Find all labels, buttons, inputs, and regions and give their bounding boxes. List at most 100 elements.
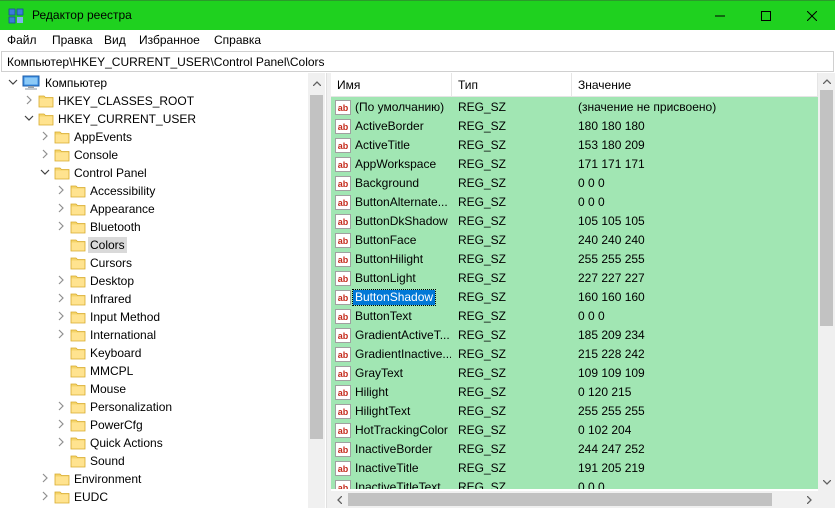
menu-edit[interactable]: Правка bbox=[52, 33, 93, 47]
tree-node-keyboard[interactable]: Keyboard bbox=[0, 344, 306, 362]
list-row[interactable]: ab GradientInactive... REG_SZ 215 228 242 bbox=[331, 345, 818, 364]
menu-help[interactable]: Справка bbox=[214, 33, 261, 47]
tree-node-appevents[interactable]: AppEvents bbox=[0, 128, 306, 146]
tree-node-cursors[interactable]: Cursors bbox=[0, 254, 306, 272]
svg-text:ab: ab bbox=[338, 407, 349, 417]
list-row[interactable]: ab ButtonHilight REG_SZ 255 255 255 bbox=[331, 250, 818, 269]
list-row[interactable]: ab ButtonAlternate... REG_SZ 0 0 0 bbox=[331, 193, 818, 212]
tree-node-console[interactable]: Console bbox=[0, 146, 306, 164]
chevron-right-icon[interactable] bbox=[40, 491, 50, 501]
chevron-right-icon[interactable] bbox=[40, 131, 50, 141]
tree-node-mouse[interactable]: Mouse bbox=[0, 380, 306, 398]
tree-node-eudc[interactable]: EUDC bbox=[0, 488, 306, 506]
chevron-down-icon[interactable] bbox=[40, 167, 50, 177]
chevron-right-icon[interactable] bbox=[24, 95, 34, 105]
list-row[interactable]: ab ButtonFace REG_SZ 240 240 240 bbox=[331, 231, 818, 250]
cell-type: REG_SZ bbox=[458, 138, 507, 152]
menu-view[interactable]: Вид bbox=[104, 33, 126, 47]
tree-scroll-up-button[interactable] bbox=[308, 75, 325, 92]
tree-node-label: Cursors bbox=[90, 256, 133, 270]
string-value-icon: ab bbox=[335, 461, 351, 476]
chevron-down-icon[interactable] bbox=[8, 77, 18, 87]
tree-node-hkey-current-user[interactable]: HKEY_CURRENT_USER bbox=[0, 110, 306, 128]
list-row[interactable]: ab HotTrackingColor REG_SZ 0 102 204 bbox=[331, 421, 818, 440]
cell-name: ButtonShadow bbox=[351, 289, 437, 306]
chevron-right-icon[interactable] bbox=[56, 275, 66, 285]
tree-node-mmcpl[interactable]: MMCPL bbox=[0, 362, 306, 380]
tree-pane[interactable]: Компьютер HKEY_CLASSES_ROOT HKEY_CURRENT_U… bbox=[0, 73, 326, 508]
tree-node-personalization[interactable]: Personalization bbox=[0, 398, 306, 416]
column-header-name[interactable]: Имя bbox=[331, 73, 452, 97]
list-scroll-up-button[interactable] bbox=[818, 73, 835, 90]
maximize-button[interactable] bbox=[743, 1, 789, 30]
list-row[interactable]: ab ButtonShadow REG_SZ 160 160 160 bbox=[331, 288, 818, 307]
list-row[interactable]: ab (По умолчанию) REG_SZ (значение не присв… bbox=[331, 98, 818, 117]
list-row[interactable]: ab GrayText REG_SZ 109 109 109 bbox=[331, 364, 818, 383]
list-vertical-scroll-thumb[interactable] bbox=[820, 90, 833, 326]
chevron-right-icon[interactable] bbox=[56, 329, 66, 339]
chevron-right-icon[interactable] bbox=[56, 437, 66, 447]
list-row[interactable]: ab Background REG_SZ 0 0 0 bbox=[331, 174, 818, 193]
menu-file[interactable]: Файл bbox=[7, 33, 37, 47]
tree-node-label: Sound bbox=[90, 454, 125, 468]
list-row[interactable]: ab InactiveTitleText REG_SZ 0 0 0 bbox=[331, 478, 818, 489]
close-button[interactable] bbox=[789, 1, 835, 30]
tree-node-label: Bluetooth bbox=[90, 220, 141, 234]
list-vertical-scrollbar[interactable] bbox=[818, 73, 835, 491]
tree-node-quick-actions[interactable]: Quick Actions bbox=[0, 434, 306, 452]
tree-node-sound[interactable]: Sound bbox=[0, 452, 306, 470]
chevron-right-icon[interactable] bbox=[40, 149, 50, 159]
list-row[interactable]: ab ButtonText REG_SZ 0 0 0 bbox=[331, 307, 818, 326]
tree-scroll-thumb[interactable] bbox=[310, 95, 323, 439]
tree-node-bluetooth[interactable]: Bluetooth bbox=[0, 218, 306, 236]
list-row[interactable]: ab Hilight REG_SZ 0 120 215 bbox=[331, 383, 818, 402]
folder-icon bbox=[70, 365, 86, 378]
tree-node-control-panel[interactable]: Control Panel bbox=[0, 164, 306, 182]
list-row[interactable]: ab ActiveBorder REG_SZ 180 180 180 bbox=[331, 117, 818, 136]
chevron-up-icon bbox=[822, 79, 831, 84]
list-row[interactable]: ab ButtonDkShadow REG_SZ 105 105 105 bbox=[331, 212, 818, 231]
chevron-right-icon[interactable] bbox=[56, 185, 66, 195]
values-list[interactable]: ab (По умолчанию) REG_SZ (значение не присв… bbox=[331, 97, 818, 489]
list-row[interactable]: ab AppWorkspace REG_SZ 171 171 171 bbox=[331, 155, 818, 174]
tree-node-international[interactable]: International bbox=[0, 326, 306, 344]
menu-favorites[interactable]: Избранное bbox=[139, 33, 200, 47]
list-row[interactable]: ab ButtonLight REG_SZ 227 227 227 bbox=[331, 269, 818, 288]
list-horizontal-scrollbar[interactable] bbox=[331, 491, 818, 508]
list-row[interactable]: ab GradientActiveT... REG_SZ 185 209 234 bbox=[331, 326, 818, 345]
tree-node-appearance[interactable]: Appearance bbox=[0, 200, 306, 218]
chevron-right-icon[interactable] bbox=[56, 293, 66, 303]
tree-node-hkey-classes-root[interactable]: HKEY_CLASSES_ROOT bbox=[0, 92, 306, 110]
tree-node-powercfg[interactable]: PowerCfg bbox=[0, 416, 306, 434]
chevron-right-icon[interactable] bbox=[56, 203, 66, 213]
tree-node-accessibility[interactable]: Accessibility bbox=[0, 182, 306, 200]
list-row[interactable]: ab HilightText REG_SZ 255 255 255 bbox=[331, 402, 818, 421]
tree-node-environment[interactable]: Environment bbox=[0, 470, 306, 488]
tree-node-infrared[interactable]: Infrared bbox=[0, 290, 306, 308]
chevron-right-icon[interactable] bbox=[56, 221, 66, 231]
cell-type: REG_SZ bbox=[458, 461, 507, 475]
list-scroll-right-button[interactable] bbox=[801, 491, 818, 508]
column-header-type[interactable]: Тип bbox=[452, 73, 572, 97]
tree-node-desktop[interactable]: Desktop bbox=[0, 272, 306, 290]
chevron-right-icon[interactable] bbox=[40, 473, 50, 483]
column-header-value[interactable]: Значение bbox=[572, 73, 818, 97]
list-row[interactable]: ab InactiveBorder REG_SZ 244 247 252 bbox=[331, 440, 818, 459]
minimize-button[interactable] bbox=[697, 1, 743, 30]
tree-node-colors[interactable]: Colors bbox=[0, 236, 306, 254]
cell-name: ButtonDkShadow bbox=[355, 214, 448, 228]
chevron-right-icon[interactable] bbox=[56, 311, 66, 321]
chevron-right-icon[interactable] bbox=[56, 401, 66, 411]
list-horizontal-scroll-thumb[interactable] bbox=[348, 493, 772, 506]
list-scroll-left-button[interactable] bbox=[331, 491, 348, 508]
cell-value: 0 0 0 bbox=[578, 176, 605, 190]
list-row[interactable]: ab ActiveTitle REG_SZ 153 180 209 bbox=[331, 136, 818, 155]
tree-node-input-method[interactable]: Input Method bbox=[0, 308, 306, 326]
tree-vertical-scrollbar[interactable] bbox=[308, 73, 325, 508]
list-row[interactable]: ab InactiveTitle REG_SZ 191 205 219 bbox=[331, 459, 818, 478]
tree-node-computer[interactable]: Компьютер bbox=[0, 74, 306, 92]
list-scroll-down-button[interactable] bbox=[818, 474, 835, 491]
address-bar[interactable]: Компьютер\HKEY_CURRENT_USER\Control Pane… bbox=[1, 51, 834, 72]
chevron-down-icon[interactable] bbox=[24, 113, 34, 123]
chevron-right-icon[interactable] bbox=[56, 419, 66, 429]
